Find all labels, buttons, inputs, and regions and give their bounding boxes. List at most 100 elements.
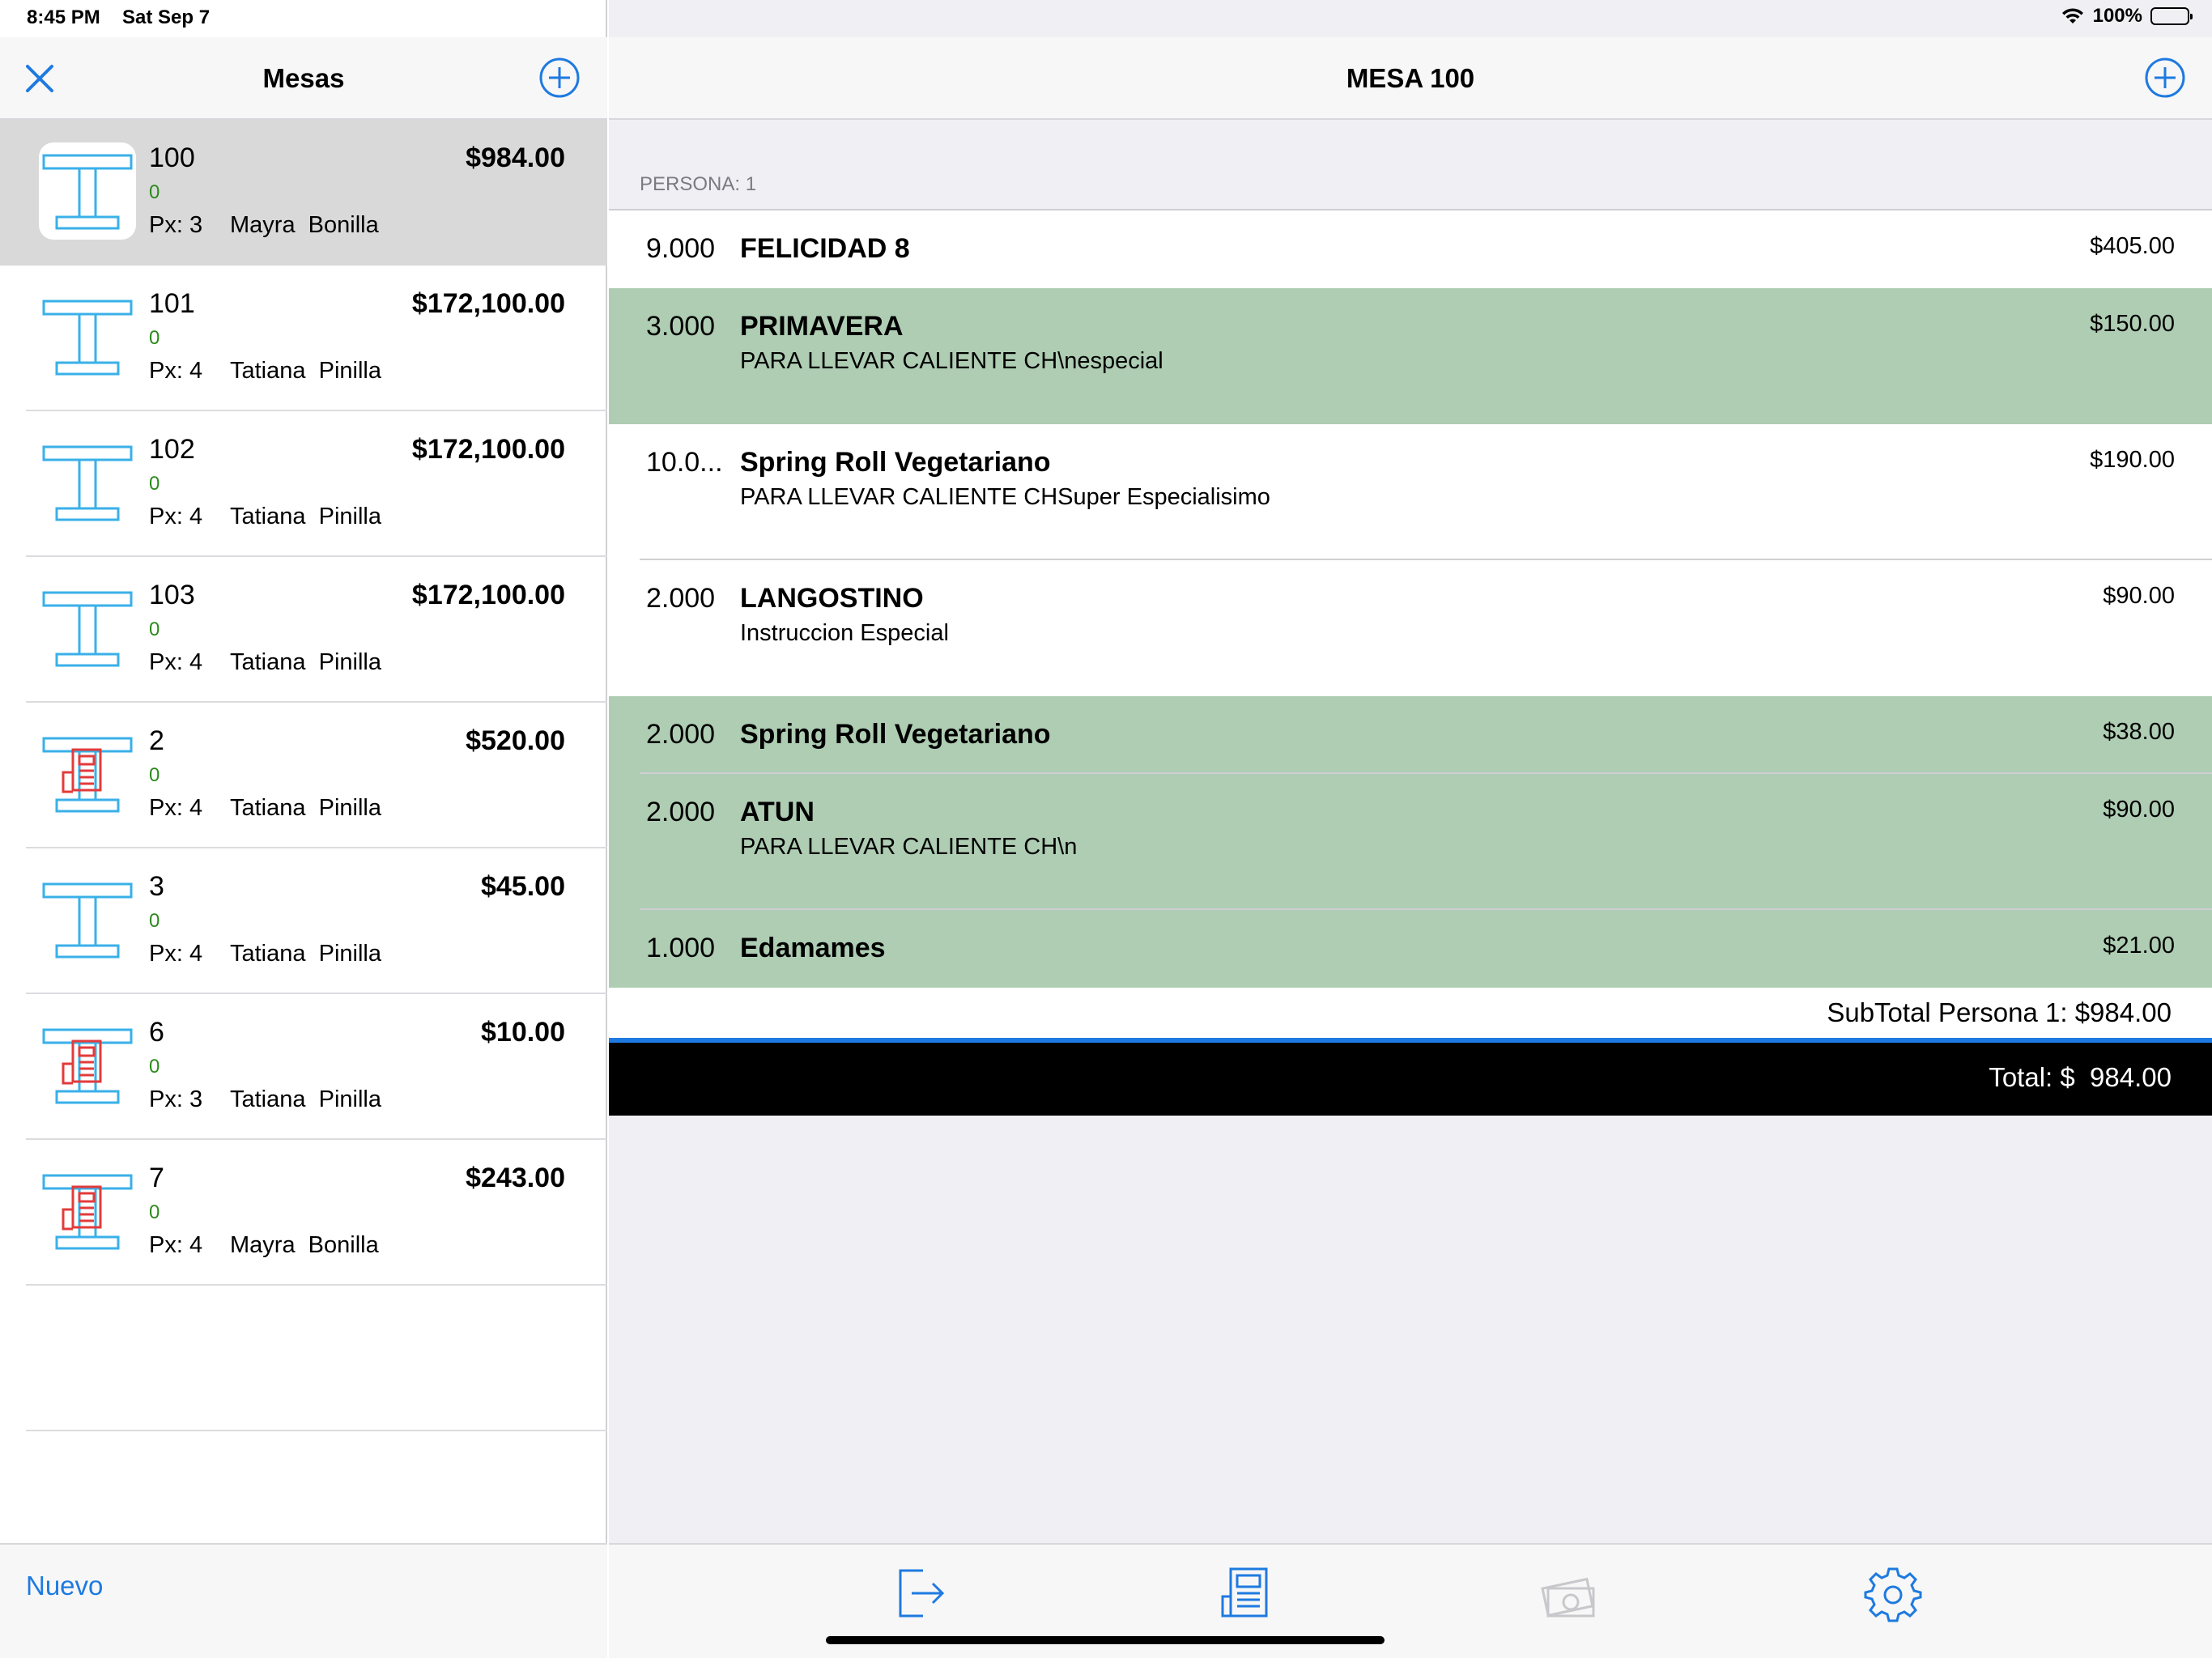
table-waiter: Tatiana Pinilla <box>230 358 381 384</box>
order-item-row[interactable]: 2.000 Spring Roll Vegetariano $38.00 <box>609 696 2212 774</box>
table-guests: Px: 4 <box>149 504 203 529</box>
table-number: 100 <box>149 142 195 173</box>
table-zero-count: 0 <box>149 619 160 640</box>
table-with-receipt-icon <box>39 1017 136 1114</box>
table-guests: Px: 3 <box>149 212 203 238</box>
table-row[interactable]: 100 0 Px: 3 Mayra Bonilla $984.00 <box>0 120 607 266</box>
table-row[interactable]: 7 0 Px: 4 Mayra Bonilla $243.00 <box>0 1140 607 1286</box>
table-row[interactable]: 103 0 Px: 4 Tatiana Pinilla $172,100.00 <box>0 557 607 703</box>
money-icon <box>1540 1564 1598 1622</box>
table-guests: Px: 3 <box>149 1086 203 1112</box>
item-price: $405.00 <box>2090 233 2175 259</box>
table-number: 2 <box>149 725 164 756</box>
item-quantity: 2.000 <box>646 583 716 614</box>
order-item-row[interactable]: 2.000 ATUN PARA LLEVAR CALIENTE CH\n $90… <box>609 774 2212 910</box>
status-right: 100% <box>2061 5 2193 28</box>
table-row[interactable]: 3 0 Px: 4 Tatiana Pinilla $45.00 <box>0 848 607 994</box>
table-row[interactable]: 101 0 Px: 4 Tatiana Pinilla $172,100.00 <box>0 266 607 411</box>
table-icon <box>39 871 136 968</box>
order-item-row[interactable]: 1.000 Edamames $21.00 <box>609 910 2212 988</box>
table-waiter: Tatiana Pinilla <box>230 504 381 529</box>
item-name: Spring Roll Vegetariano <box>740 719 1051 750</box>
item-name: FELICIDAD 8 <box>740 233 910 264</box>
table-guests: Px: 4 <box>149 941 203 967</box>
item-quantity: 3.000 <box>646 311 716 342</box>
table-zero-count: 0 <box>149 327 160 349</box>
new-table-button[interactable]: Nuevo <box>26 1571 103 1601</box>
table-waiter: Tatiana Pinilla <box>230 941 381 967</box>
item-note: PARA LLEVAR CALIENTE CHSuper Especialisi… <box>740 484 1270 510</box>
item-quantity: 9.000 <box>646 233 716 264</box>
table-amount: $984.00 <box>466 142 565 173</box>
item-price: $21.00 <box>2103 933 2175 959</box>
table-zero-count: 0 <box>149 181 160 203</box>
table-waiter: Mayra Bonilla <box>230 212 379 238</box>
table-with-receipt-icon <box>39 725 136 823</box>
order-item-row[interactable]: 3.000 PRIMAVERA PARA LLEVAR CALIENTE CH\… <box>609 288 2212 424</box>
battery-percent: 100% <box>2092 5 2142 27</box>
table-row[interactable]: 102 0 Px: 4 Tatiana Pinilla $172,100.00 <box>0 411 607 557</box>
table-zero-count: 0 <box>149 910 160 932</box>
table-guests: Px: 4 <box>149 358 203 384</box>
item-price: $90.00 <box>2103 583 2175 609</box>
table-number: 7 <box>149 1163 164 1193</box>
exit-icon[interactable] <box>892 1564 951 1622</box>
persona-header: PERSONA: 1 <box>640 173 757 195</box>
order-title: MESA 100 <box>1346 63 1475 93</box>
table-with-receipt-icon <box>39 1163 136 1260</box>
order-panel: MESA 100 PERSONA: 1 9.000 FELICIDAD 8 $4… <box>609 0 2212 1658</box>
subtotal-row: SubTotal Persona 1: $984.00 <box>609 988 2212 1038</box>
item-price: $90.00 <box>2103 797 2175 823</box>
table-number: 3 <box>149 871 164 902</box>
item-name: PRIMAVERA <box>740 311 904 342</box>
table-guests: Px: 4 <box>149 795 203 821</box>
item-name: Spring Roll Vegetariano <box>740 447 1051 478</box>
table-zero-count: 0 <box>149 473 160 495</box>
receipt-icon[interactable] <box>1216 1564 1274 1622</box>
empty-row <box>0 1286 607 1431</box>
item-quantity: 2.000 <box>646 719 716 750</box>
table-zero-count: 0 <box>149 764 160 786</box>
table-amount: $172,100.00 <box>411 580 565 610</box>
table-icon <box>39 288 136 385</box>
table-guests: Px: 4 <box>149 649 203 675</box>
item-note: PARA LLEVAR CALIENTE CH\nespecial <box>740 348 1163 374</box>
home-indicator <box>826 1636 1385 1644</box>
table-zero-count: 0 <box>149 1201 160 1223</box>
status-bar: 8:45 PM Sat Sep 7 100% <box>0 0 2212 37</box>
table-row[interactable]: 6 0 Px: 3 Tatiana Pinilla $10.00 <box>0 994 607 1140</box>
order-nav-bar: MESA 100 <box>609 37 2212 120</box>
table-icon <box>39 142 136 240</box>
table-guests: Px: 4 <box>149 1232 203 1258</box>
total-row: Total: $ 984.00 <box>609 1043 2212 1116</box>
item-price: $38.00 <box>2103 719 2175 745</box>
table-waiter: Tatiana Pinilla <box>230 1086 381 1112</box>
table-number: 101 <box>149 288 195 319</box>
table-number: 103 <box>149 580 195 610</box>
item-price: $150.00 <box>2090 311 2175 337</box>
table-number: 6 <box>149 1017 164 1048</box>
status-date: Sat Sep 7 <box>122 6 211 28</box>
table-waiter: Tatiana Pinilla <box>230 795 381 821</box>
gear-icon[interactable] <box>1864 1564 1922 1622</box>
table-icon <box>39 580 136 677</box>
item-price: $190.00 <box>2090 447 2175 473</box>
add-item-icon[interactable] <box>2144 57 2186 99</box>
status-time: 8:45 PM <box>27 6 100 28</box>
item-quantity: 10.0... <box>646 447 723 478</box>
order-item-row[interactable]: 10.0... Spring Roll Vegetariano PARA LLE… <box>609 424 2212 560</box>
tables-nav-bar: Mesas <box>0 37 607 120</box>
add-table-icon[interactable] <box>538 57 581 99</box>
tables-bottom-bar: Nuevo <box>0 1543 607 1658</box>
table-amount: $243.00 <box>466 1163 565 1193</box>
tables-list: 100 0 Px: 3 Mayra Bonilla $984.00 101 0 … <box>0 120 607 1431</box>
subtotal-text: SubTotal Persona 1: $984.00 <box>1827 997 2172 1027</box>
table-row[interactable]: 2 0 Px: 4 Tatiana Pinilla $520.00 <box>0 703 607 848</box>
table-waiter: Tatiana Pinilla <box>230 649 381 675</box>
order-item-row[interactable]: 2.000 LANGOSTINO Instruccion Especial $9… <box>609 560 2212 696</box>
table-zero-count: 0 <box>149 1056 160 1078</box>
item-quantity: 1.000 <box>646 933 716 963</box>
order-item-row[interactable]: 9.000 FELICIDAD 8 $405.00 <box>609 210 2212 288</box>
table-amount: $45.00 <box>481 871 565 902</box>
order-items: 9.000 FELICIDAD 8 $405.00 3.000 PRIMAVER… <box>609 209 2212 1116</box>
